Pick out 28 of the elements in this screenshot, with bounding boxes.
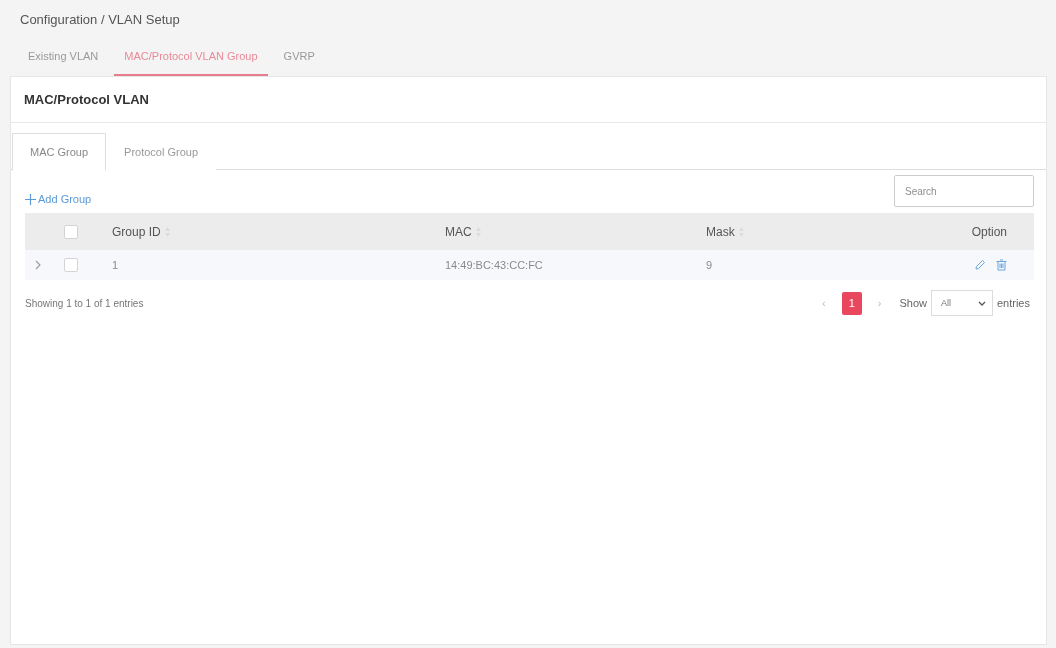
page-button[interactable]: 1 — [841, 291, 862, 315]
tab[interactable]: Existing VLAN — [18, 38, 109, 76]
chevron-down-icon — [977, 300, 986, 306]
pencil-icon[interactable] — [974, 259, 986, 271]
show-label: Show — [899, 297, 927, 309]
entries-info: Showing 1 to 1 of 1 entries — [25, 297, 144, 309]
trash-icon[interactable] — [996, 259, 1007, 271]
plus-icon — [25, 193, 36, 205]
checkbox[interactable] — [64, 258, 78, 272]
column-header: Group ID — [112, 224, 161, 239]
checkbox[interactable] — [64, 224, 78, 239]
column-header: Option — [971, 224, 1007, 239]
table-cell: 1 — [112, 259, 119, 271]
column-header: MAC — [445, 224, 472, 239]
entries-label: entries — [996, 297, 1030, 309]
previous-page-button[interactable]: ‹ — [816, 297, 832, 309]
add-group-button[interactable]: Add Group — [25, 193, 92, 205]
next-page-button[interactable]: › — [871, 297, 888, 309]
panel-title: MAC/Protocol VLAN — [24, 92, 149, 107]
breadcrumb: Configuration / VLAN Setup — [19, 11, 181, 29]
table-cell: 9 — [706, 259, 713, 271]
search-field[interactable]: Search — [894, 175, 1034, 207]
chevron-icon[interactable] — [33, 259, 43, 271]
tab[interactable]: MAC Group — [12, 133, 107, 171]
table-cell: 14:49:BC:43:CC:FC — [445, 259, 543, 271]
page-size-select[interactable]: All — [930, 290, 993, 316]
column-header: Mask — [706, 224, 735, 239]
tab[interactable]: GVRP — [273, 38, 325, 76]
